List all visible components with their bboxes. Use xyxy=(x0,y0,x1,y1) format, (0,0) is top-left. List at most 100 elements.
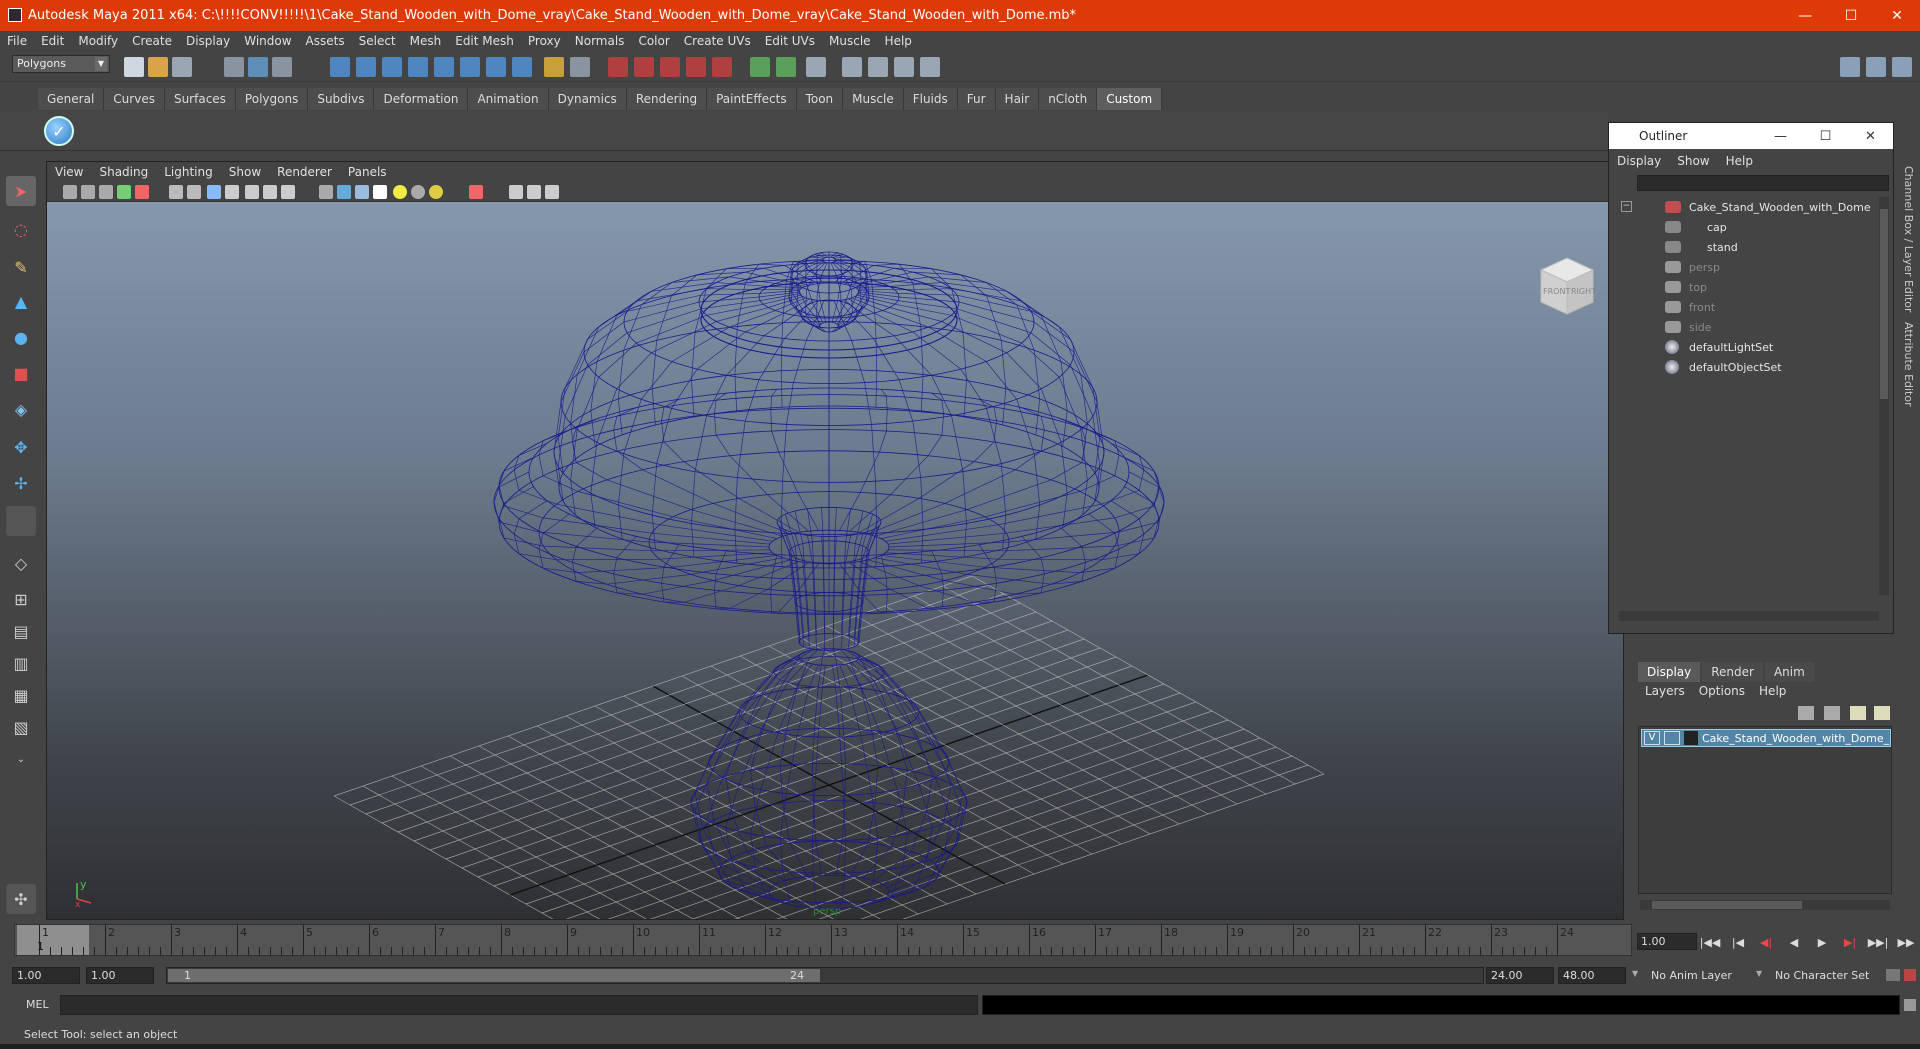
tab-anim[interactable]: Anim xyxy=(1764,662,1814,682)
camera-select-icon[interactable] xyxy=(63,185,77,199)
layout-options-icon[interactable]: ⌄ xyxy=(6,744,36,774)
2d-pan-zoom-icon[interactable] xyxy=(135,185,149,199)
outliner-filter-field[interactable] xyxy=(1637,175,1889,191)
lock-icon[interactable] xyxy=(544,57,564,77)
snap-curve-icon[interactable] xyxy=(356,57,376,77)
new-scene-icon[interactable] xyxy=(124,57,144,77)
render-current-icon[interactable] xyxy=(608,57,628,77)
step-back-key-button[interactable]: |◀ xyxy=(1724,932,1752,952)
rotate-tool-icon[interactable]: ● xyxy=(6,322,36,352)
viewport-menu-renderer[interactable]: Renderer xyxy=(269,165,340,179)
animation-start-field[interactable]: 1.00 xyxy=(12,967,80,984)
outliner-item-cap[interactable]: cap xyxy=(1621,217,1881,237)
outliner-maximize-button[interactable]: ☐ xyxy=(1803,123,1848,149)
outliner-item-top[interactable]: top xyxy=(1621,277,1881,297)
outliner-item-group[interactable]: − Cake_Stand_Wooden_with_Dome xyxy=(1621,197,1881,217)
outliner-close-button[interactable]: ✕ xyxy=(1848,123,1893,149)
menu-color[interactable]: Color xyxy=(631,34,676,48)
isolate-select-icon[interactable] xyxy=(469,185,483,199)
layer-visibility-toggle[interactable]: V xyxy=(1644,731,1660,745)
snap-point-icon[interactable] xyxy=(382,57,402,77)
outliner-menu-display[interactable]: Display xyxy=(1609,154,1669,168)
layer-type-toggle[interactable] xyxy=(1664,731,1680,745)
perspective-viewport[interactable]: View Shading Lighting Show Renderer Pane… xyxy=(46,161,1624,920)
save-scene-icon[interactable] xyxy=(172,57,192,77)
gate-mask-icon[interactable] xyxy=(225,185,239,199)
bookmark-icon[interactable] xyxy=(99,185,113,199)
menu-display[interactable]: Display xyxy=(179,34,237,48)
menu-proxy[interactable]: Proxy xyxy=(521,34,568,48)
shelf-tab-fluids[interactable]: Fluids xyxy=(903,88,958,110)
camera-attributes-icon[interactable] xyxy=(81,185,95,199)
paint-select-tool-icon[interactable]: ✎ xyxy=(6,252,36,282)
layer-row[interactable]: V Cake_Stand_Wooden_with_Dome_layer xyxy=(1641,729,1891,747)
show-manipulator-icon[interactable]: ✢ xyxy=(6,468,36,498)
show-channel-box-icon[interactable] xyxy=(1892,57,1912,77)
range-slider-handle[interactable]: 1 24 xyxy=(168,969,820,982)
outliner-item-persp[interactable]: persp xyxy=(1621,257,1881,277)
close-button[interactable]: ✕ xyxy=(1874,0,1920,31)
time-slider[interactable]: 1 2 3 4 5 6 7 8 9 10 11 12 13 14 15 16 17 18 19 20 21 22 23 24 … xyxy=(14,924,1632,956)
auto-key-icon[interactable] xyxy=(1886,969,1900,981)
wireframe-on-shaded-icon[interactable] xyxy=(355,185,369,199)
current-time-field[interactable]: 1.00 xyxy=(1637,933,1697,950)
select-tool-icon[interactable]: ➤ xyxy=(6,176,36,206)
input-line-icon[interactable] xyxy=(750,57,770,77)
layer-menu-help[interactable]: Help xyxy=(1752,684,1793,698)
menu-assets[interactable]: Assets xyxy=(299,34,352,48)
outliner-minimize-button[interactable]: — xyxy=(1758,123,1803,149)
ipr-render-icon[interactable] xyxy=(634,57,654,77)
menu-create[interactable]: Create xyxy=(125,34,179,48)
help-icon[interactable] xyxy=(512,57,532,77)
outliner-menu-help[interactable]: Help xyxy=(1718,154,1761,168)
menu-muscle[interactable]: Muscle xyxy=(822,34,878,48)
default-light-icon[interactable] xyxy=(429,185,443,199)
move-layer-up-icon[interactable] xyxy=(1798,706,1814,720)
resolution-gate-icon[interactable] xyxy=(207,185,221,199)
anim-layer-selector[interactable]: No Anim Layer xyxy=(1646,967,1756,984)
tab-render[interactable]: Render xyxy=(1702,662,1763,682)
layer-horizontal-scrollbar[interactable] xyxy=(1640,900,1890,910)
chevron-down-icon[interactable]: ▼ xyxy=(1632,969,1638,978)
numeric-input-icon[interactable] xyxy=(776,57,796,77)
play-backwards-button[interactable]: ◀ xyxy=(1780,932,1808,952)
go-to-start-button[interactable]: |◀◀ xyxy=(1696,932,1724,952)
range-slider[interactable]: 1 24 xyxy=(166,967,1484,984)
hypershade-icon[interactable] xyxy=(686,57,706,77)
snap-surface-icon[interactable] xyxy=(434,57,454,77)
maximize-button[interactable]: ☐ xyxy=(1828,0,1874,31)
menu-mesh[interactable]: Mesh xyxy=(403,34,449,48)
select-object-icon[interactable] xyxy=(248,57,268,77)
wireframe-icon[interactable] xyxy=(319,185,333,199)
layer-menu-options[interactable]: Options xyxy=(1692,684,1752,698)
shadows-icon[interactable] xyxy=(411,185,425,199)
image-plane-icon[interactable] xyxy=(117,185,131,199)
use-all-lights-icon[interactable] xyxy=(393,185,407,199)
outliner-horizontal-scrollbar[interactable] xyxy=(1619,611,1879,621)
collapse-icon[interactable]: − xyxy=(1621,201,1632,212)
persp-hypershade-layout-icon[interactable]: ▦ xyxy=(6,680,36,710)
shelf-tab-rendering[interactable]: Rendering xyxy=(626,88,708,110)
shelf-tab-hair[interactable]: Hair xyxy=(995,88,1040,110)
scale-tool-icon[interactable]: ■ xyxy=(6,358,36,388)
step-forward-key-button[interactable]: ▶▶| xyxy=(1864,932,1892,952)
chevron-down-icon[interactable]: ▼ xyxy=(1756,969,1762,978)
step-back-frame-button[interactable]: ◀| xyxy=(1752,932,1780,952)
viewport-menu-shading[interactable]: Shading xyxy=(91,165,156,179)
field-chart-icon[interactable] xyxy=(245,185,259,199)
current-time-indicator[interactable] xyxy=(17,925,89,955)
animation-preferences-icon[interactable] xyxy=(1904,969,1916,981)
show-tool-settings-icon[interactable] xyxy=(1866,57,1886,77)
shelf-tab-painteffects[interactable]: PaintEffects xyxy=(707,88,797,110)
shelf-tab-surfaces[interactable]: Surfaces xyxy=(164,88,236,110)
lasso-tool-icon[interactable]: ◌ xyxy=(6,214,36,244)
play-forwards-button[interactable]: ▶ xyxy=(1808,932,1836,952)
render-settings-icon[interactable] xyxy=(660,57,680,77)
menu-file[interactable]: File xyxy=(0,34,34,48)
sidebar-toggle-icon[interactable] xyxy=(806,57,826,77)
viewcube[interactable]: FRONT RIGHT xyxy=(1539,257,1596,315)
viewport-menu-panels[interactable]: Panels xyxy=(340,165,395,179)
outliner-vertical-scrollbar[interactable] xyxy=(1879,197,1889,595)
shelf-tab-fur[interactable]: Fur xyxy=(957,88,996,110)
snap-grid-icon[interactable] xyxy=(330,57,350,77)
